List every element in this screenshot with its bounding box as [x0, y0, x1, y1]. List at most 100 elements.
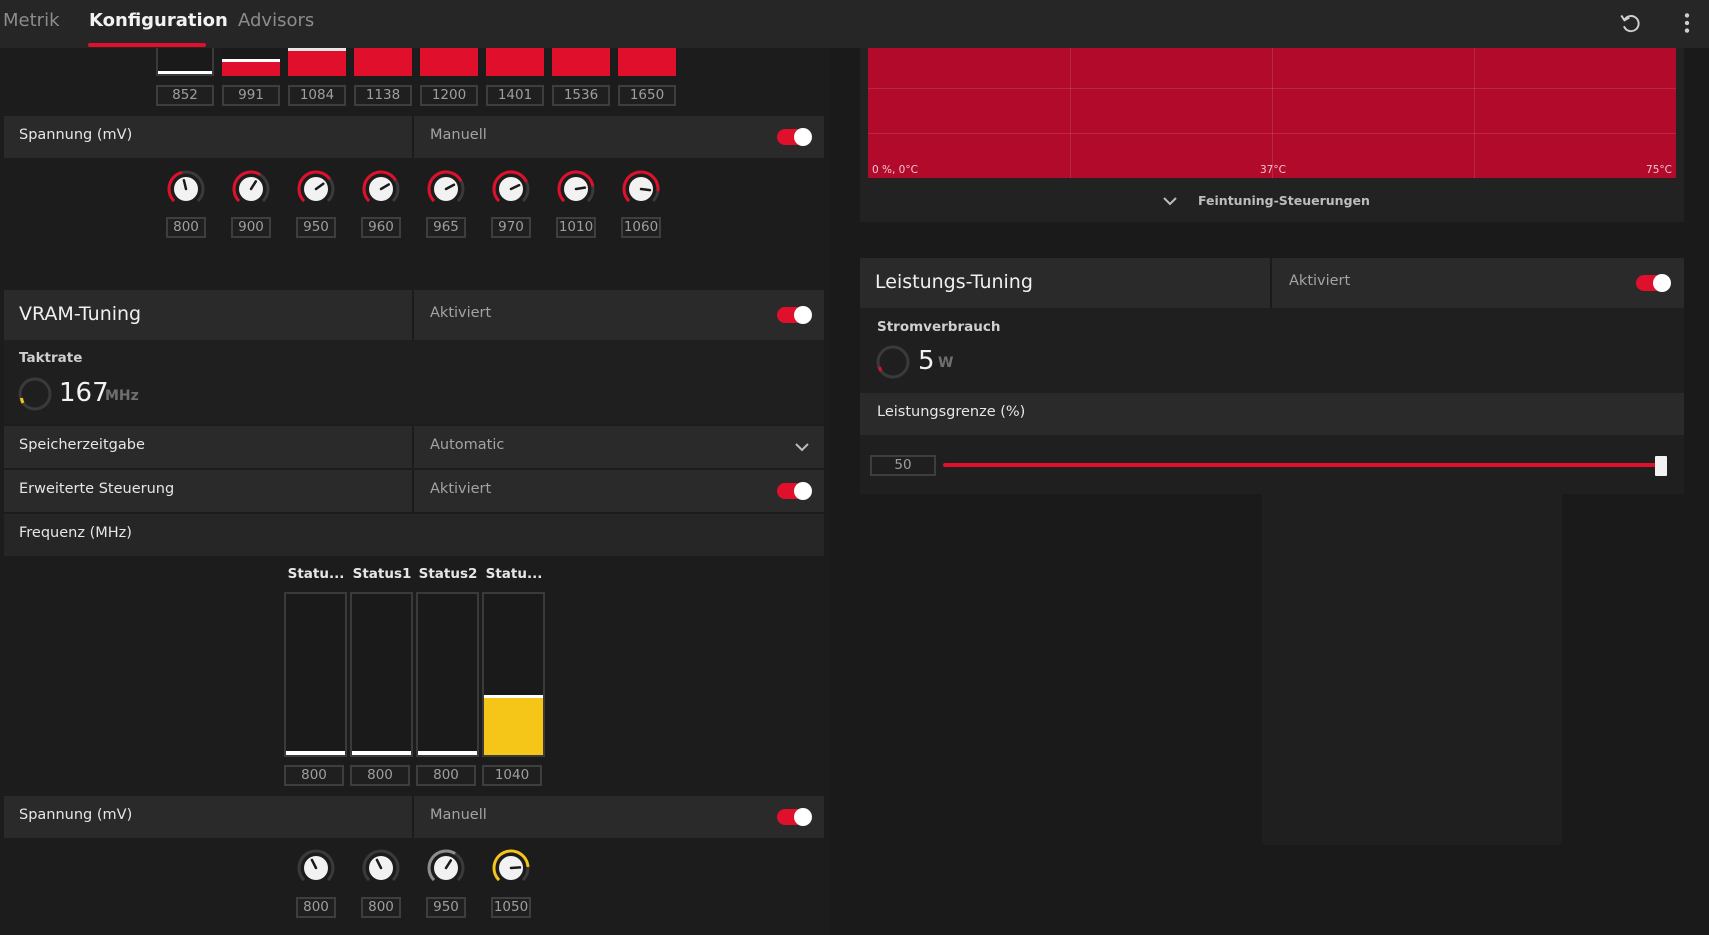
gpu-frequency-value[interactable]: 1650 — [618, 85, 676, 106]
gpu-frequency-bar[interactable] — [156, 48, 214, 76]
memory-timing-row[interactable]: Speicherzeitgabe Automatic — [4, 426, 824, 468]
frequency-state-slider[interactable] — [482, 592, 545, 757]
gpu-voltage-value[interactable]: 800 — [166, 217, 206, 238]
frequency-state-slider[interactable] — [284, 592, 347, 757]
power-limit-slider-thumb[interactable] — [1655, 456, 1667, 476]
power-limit-row: Leistungsgrenze (%) — [860, 393, 1684, 435]
gpu-frequency-value[interactable]: 1401 — [486, 85, 544, 106]
chevron-down-icon[interactable] — [794, 442, 810, 452]
frequency-state-value[interactable]: 1040 — [482, 765, 542, 786]
gpu-voltage-row: Spannung (mV) Manuell — [4, 116, 824, 158]
gpu-frequency-bar[interactable] — [552, 48, 610, 76]
vram-voltage-value[interactable]: 800 — [361, 897, 401, 918]
gpu-frequency-value[interactable]: 1084 — [288, 85, 346, 106]
vram-voltage-knob-panel — [4, 838, 824, 935]
gpu-frequency-bar[interactable] — [618, 48, 676, 76]
advanced-control-toggle[interactable] — [777, 482, 812, 500]
vram-voltage-knob[interactable] — [361, 848, 401, 888]
background-ghost-panel — [1262, 490, 1562, 845]
gpu-voltage-label: Spannung (mV) — [19, 127, 133, 143]
gpu-voltage-knob[interactable] — [231, 169, 271, 209]
power-tuning-toggle[interactable] — [1636, 274, 1671, 292]
frequency-state-fill — [352, 751, 411, 755]
frequency-state-label: Status2 — [418, 566, 478, 582]
gpu-voltage-value[interactable]: 970 — [491, 217, 531, 238]
gpu-voltage-value[interactable]: 1060 — [621, 217, 661, 238]
vram-voltage-knob[interactable] — [426, 848, 466, 888]
frequency-state-label: Statu... — [485, 566, 543, 582]
vram-clock-value: 167 — [59, 378, 109, 408]
gpu-voltage-value[interactable]: 960 — [361, 217, 401, 238]
gpu-voltage-knob[interactable] — [166, 169, 206, 209]
tab-metrik[interactable]: Metrik — [3, 10, 60, 31]
vram-voltage-value[interactable]: 950 — [426, 897, 466, 918]
vram-voltage-value[interactable]: 800 — [296, 897, 336, 918]
fan-curve-chart[interactable]: 0 %, 0°C 37°C 75°C — [868, 48, 1676, 178]
power-tuning-title: Leistungs-Tuning — [875, 271, 1033, 293]
power-limit-label: Leistungsgrenze (%) — [877, 404, 1026, 420]
vram-voltage-toggle[interactable] — [777, 808, 812, 826]
memory-timing-select[interactable]: Automatic — [430, 437, 504, 453]
vram-clock-label: Taktrate — [19, 350, 83, 366]
vram-clock-unit: MHz — [105, 388, 139, 404]
vram-voltage-knob[interactable] — [296, 848, 336, 888]
vram-voltage-knob[interactable] — [491, 848, 531, 888]
chevron-down-icon[interactable] — [1162, 196, 1178, 206]
gpu-frequency-value[interactable]: 1536 — [552, 85, 610, 106]
vram-voltage-label: Spannung (mV) — [19, 807, 133, 823]
frequency-state-slider[interactable] — [416, 592, 479, 757]
gpu-frequency-value[interactable]: 1200 — [420, 85, 478, 106]
advanced-control-label: Erweiterte Steuerung — [19, 481, 175, 497]
vram-voltage-value[interactable]: 1050 — [491, 897, 531, 918]
gpu-frequency-value[interactable]: 852 — [156, 85, 214, 106]
memory-timing-label: Speicherzeitgabe — [19, 437, 145, 453]
power-consumption-value: 5 — [918, 346, 935, 376]
fine-tuning-toggle[interactable]: Feintuning-Steuerungen — [1198, 193, 1370, 208]
gpu-voltage-value[interactable]: 1010 — [556, 217, 596, 238]
gpu-frequency-bar[interactable] — [420, 48, 478, 76]
gpu-voltage-knob[interactable] — [621, 169, 661, 209]
gpu-voltage-value[interactable]: 900 — [231, 217, 271, 238]
gpu-voltage-knob[interactable] — [361, 169, 401, 209]
gpu-voltage-knob-panel — [4, 158, 824, 256]
frequency-row: Frequenz (MHz) — [4, 514, 824, 556]
frequency-state-slider[interactable] — [350, 592, 413, 757]
frequency-state-value[interactable]: 800 — [350, 765, 410, 786]
vram-clock-panel: Taktrate 167 MHz — [4, 340, 824, 424]
gpu-voltage-value[interactable]: 950 — [296, 217, 336, 238]
gpu-voltage-mode: Manuell — [430, 127, 487, 143]
frequency-state-value[interactable]: 800 — [416, 765, 476, 786]
power-limit-input[interactable]: 50 — [870, 455, 936, 476]
gpu-frequency-bar[interactable] — [354, 48, 412, 76]
gpu-frequency-value[interactable]: 1138 — [354, 85, 412, 106]
power-consumption-unit: W — [938, 355, 954, 371]
gpu-frequency-value[interactable]: 991 — [222, 85, 280, 106]
gpu-voltage-knob[interactable] — [556, 169, 596, 209]
gpu-frequency-panel — [4, 48, 824, 116]
frequency-state-label: Statu... — [287, 566, 345, 582]
power-consumption-label: Stromverbrauch — [877, 319, 1001, 335]
gpu-voltage-knob[interactable] — [296, 169, 336, 209]
gpu-voltage-knob[interactable] — [426, 169, 466, 209]
reset-icon[interactable] — [1618, 10, 1644, 36]
frequency-state-fill — [418, 751, 477, 755]
advanced-control-row: Erweiterte Steuerung Aktiviert — [4, 470, 824, 512]
fan-chart-label-mid: 37°C — [1260, 164, 1286, 176]
frequency-state-value[interactable]: 800 — [284, 765, 344, 786]
gpu-voltage-knob[interactable] — [491, 169, 531, 209]
vram-tuning-toggle[interactable] — [777, 306, 812, 324]
active-tab-indicator — [88, 43, 206, 47]
vram-tuning-title: VRAM-Tuning — [19, 303, 142, 325]
tab-advisors[interactable]: Advisors — [238, 10, 314, 31]
gpu-frequency-bar[interactable] — [222, 48, 280, 76]
gpu-voltage-value[interactable]: 965 — [426, 217, 466, 238]
power-limit-slider-track[interactable] — [943, 463, 1663, 467]
vram-voltage-row: Spannung (mV) Manuell — [4, 796, 824, 838]
tab-konfiguration[interactable]: Konfiguration — [89, 10, 228, 31]
gpu-frequency-bar[interactable] — [288, 48, 346, 76]
power-tuning-header: Leistungs-Tuning Aktiviert — [860, 258, 1684, 308]
advanced-control-status: Aktiviert — [430, 481, 492, 497]
more-vertical-icon[interactable] — [1674, 10, 1700, 36]
gpu-voltage-toggle[interactable] — [777, 128, 812, 146]
gpu-frequency-bar[interactable] — [486, 48, 544, 76]
